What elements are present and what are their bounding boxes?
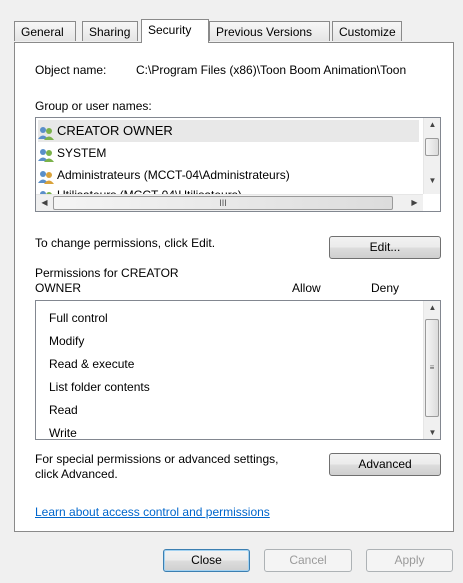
horizontal-scrollbar[interactable]: ◀ III ▶ xyxy=(36,194,423,211)
scroll-thumb[interactable]: ≡ xyxy=(425,319,439,417)
user-listbox[interactable]: CREATOR OWNER SYSTEM Administrateurs (MC… xyxy=(35,117,441,212)
vertical-scrollbar[interactable]: ▲ ≡ ▼ xyxy=(423,301,440,439)
tab-strip: General Sharing Security Previous Versio… xyxy=(14,19,454,43)
apply-button[interactable]: Apply xyxy=(366,549,453,572)
scroll-grip: III xyxy=(219,198,227,208)
vertical-scrollbar[interactable]: ▲ ▼ xyxy=(423,118,440,194)
arrow-right-icon[interactable]: ▶ xyxy=(406,198,423,207)
close-button[interactable]: Close xyxy=(163,549,250,572)
user-name: CREATOR OWNER xyxy=(57,123,173,138)
tab-general[interactable]: General xyxy=(14,21,76,41)
user-name: SYSTEM xyxy=(57,146,107,160)
arrow-up-icon[interactable]: ▲ xyxy=(424,303,440,312)
scroll-thumb[interactable]: III xyxy=(53,196,393,210)
permission-row: Read xyxy=(49,403,78,417)
cancel-button[interactable]: Cancel xyxy=(264,549,352,572)
users-icon xyxy=(38,169,54,184)
group-label: Group or user names: xyxy=(35,99,152,113)
allow-column-header: Allow xyxy=(292,281,321,295)
user-name: Administrateurs (MCCT-04\Administrateurs… xyxy=(57,168,290,182)
permission-row: Modify xyxy=(49,334,85,348)
users-icon xyxy=(38,125,54,140)
users-icon xyxy=(38,147,54,162)
deny-column-header: Deny xyxy=(371,281,400,295)
special-permissions-text-2: click Advanced. xyxy=(35,467,118,481)
object-name-label: Object name: xyxy=(35,63,107,77)
permissions-header: Permissions for CREATOR xyxy=(35,266,179,280)
list-item[interactable]: CREATOR OWNER xyxy=(38,120,419,142)
arrow-down-icon[interactable]: ▼ xyxy=(424,176,440,185)
arrow-left-icon[interactable]: ◀ xyxy=(36,198,53,207)
permission-row: Full control xyxy=(49,311,108,325)
list-item[interactable]: SYSTEM xyxy=(38,142,106,164)
permissions-listbox[interactable]: Full control Modify Read & execute List … xyxy=(35,300,441,440)
tab-security[interactable]: Security xyxy=(141,19,209,43)
tab-customize[interactable]: Customize xyxy=(332,21,402,41)
security-panel: Object name: C:\Program Files (x86)\Toon… xyxy=(14,42,454,532)
permission-row: Write xyxy=(49,426,77,440)
permissions-header-owner: OWNER xyxy=(35,281,81,295)
permission-row: Read & execute xyxy=(49,357,135,371)
edit-button[interactable]: Edit... xyxy=(329,236,441,259)
arrow-down-icon[interactable]: ▼ xyxy=(424,428,440,437)
tab-previous-versions[interactable]: Previous Versions xyxy=(209,21,330,41)
learn-access-control-link[interactable]: Learn about access control and permissio… xyxy=(35,505,270,519)
object-name-value: C:\Program Files (x86)\Toon Boom Animati… xyxy=(136,63,407,77)
advanced-button[interactable]: Advanced xyxy=(329,453,441,476)
permission-row: List folder contents xyxy=(49,380,150,394)
change-permissions-text: To change permissions, click Edit. xyxy=(35,236,216,250)
arrow-up-icon[interactable]: ▲ xyxy=(424,120,440,129)
scroll-thumb[interactable] xyxy=(425,138,439,156)
list-item[interactable]: Administrateurs (MCCT-04\Administrateurs… xyxy=(38,164,290,186)
tab-sharing[interactable]: Sharing xyxy=(82,21,138,41)
special-permissions-text: For special permissions or advanced sett… xyxy=(35,452,279,466)
